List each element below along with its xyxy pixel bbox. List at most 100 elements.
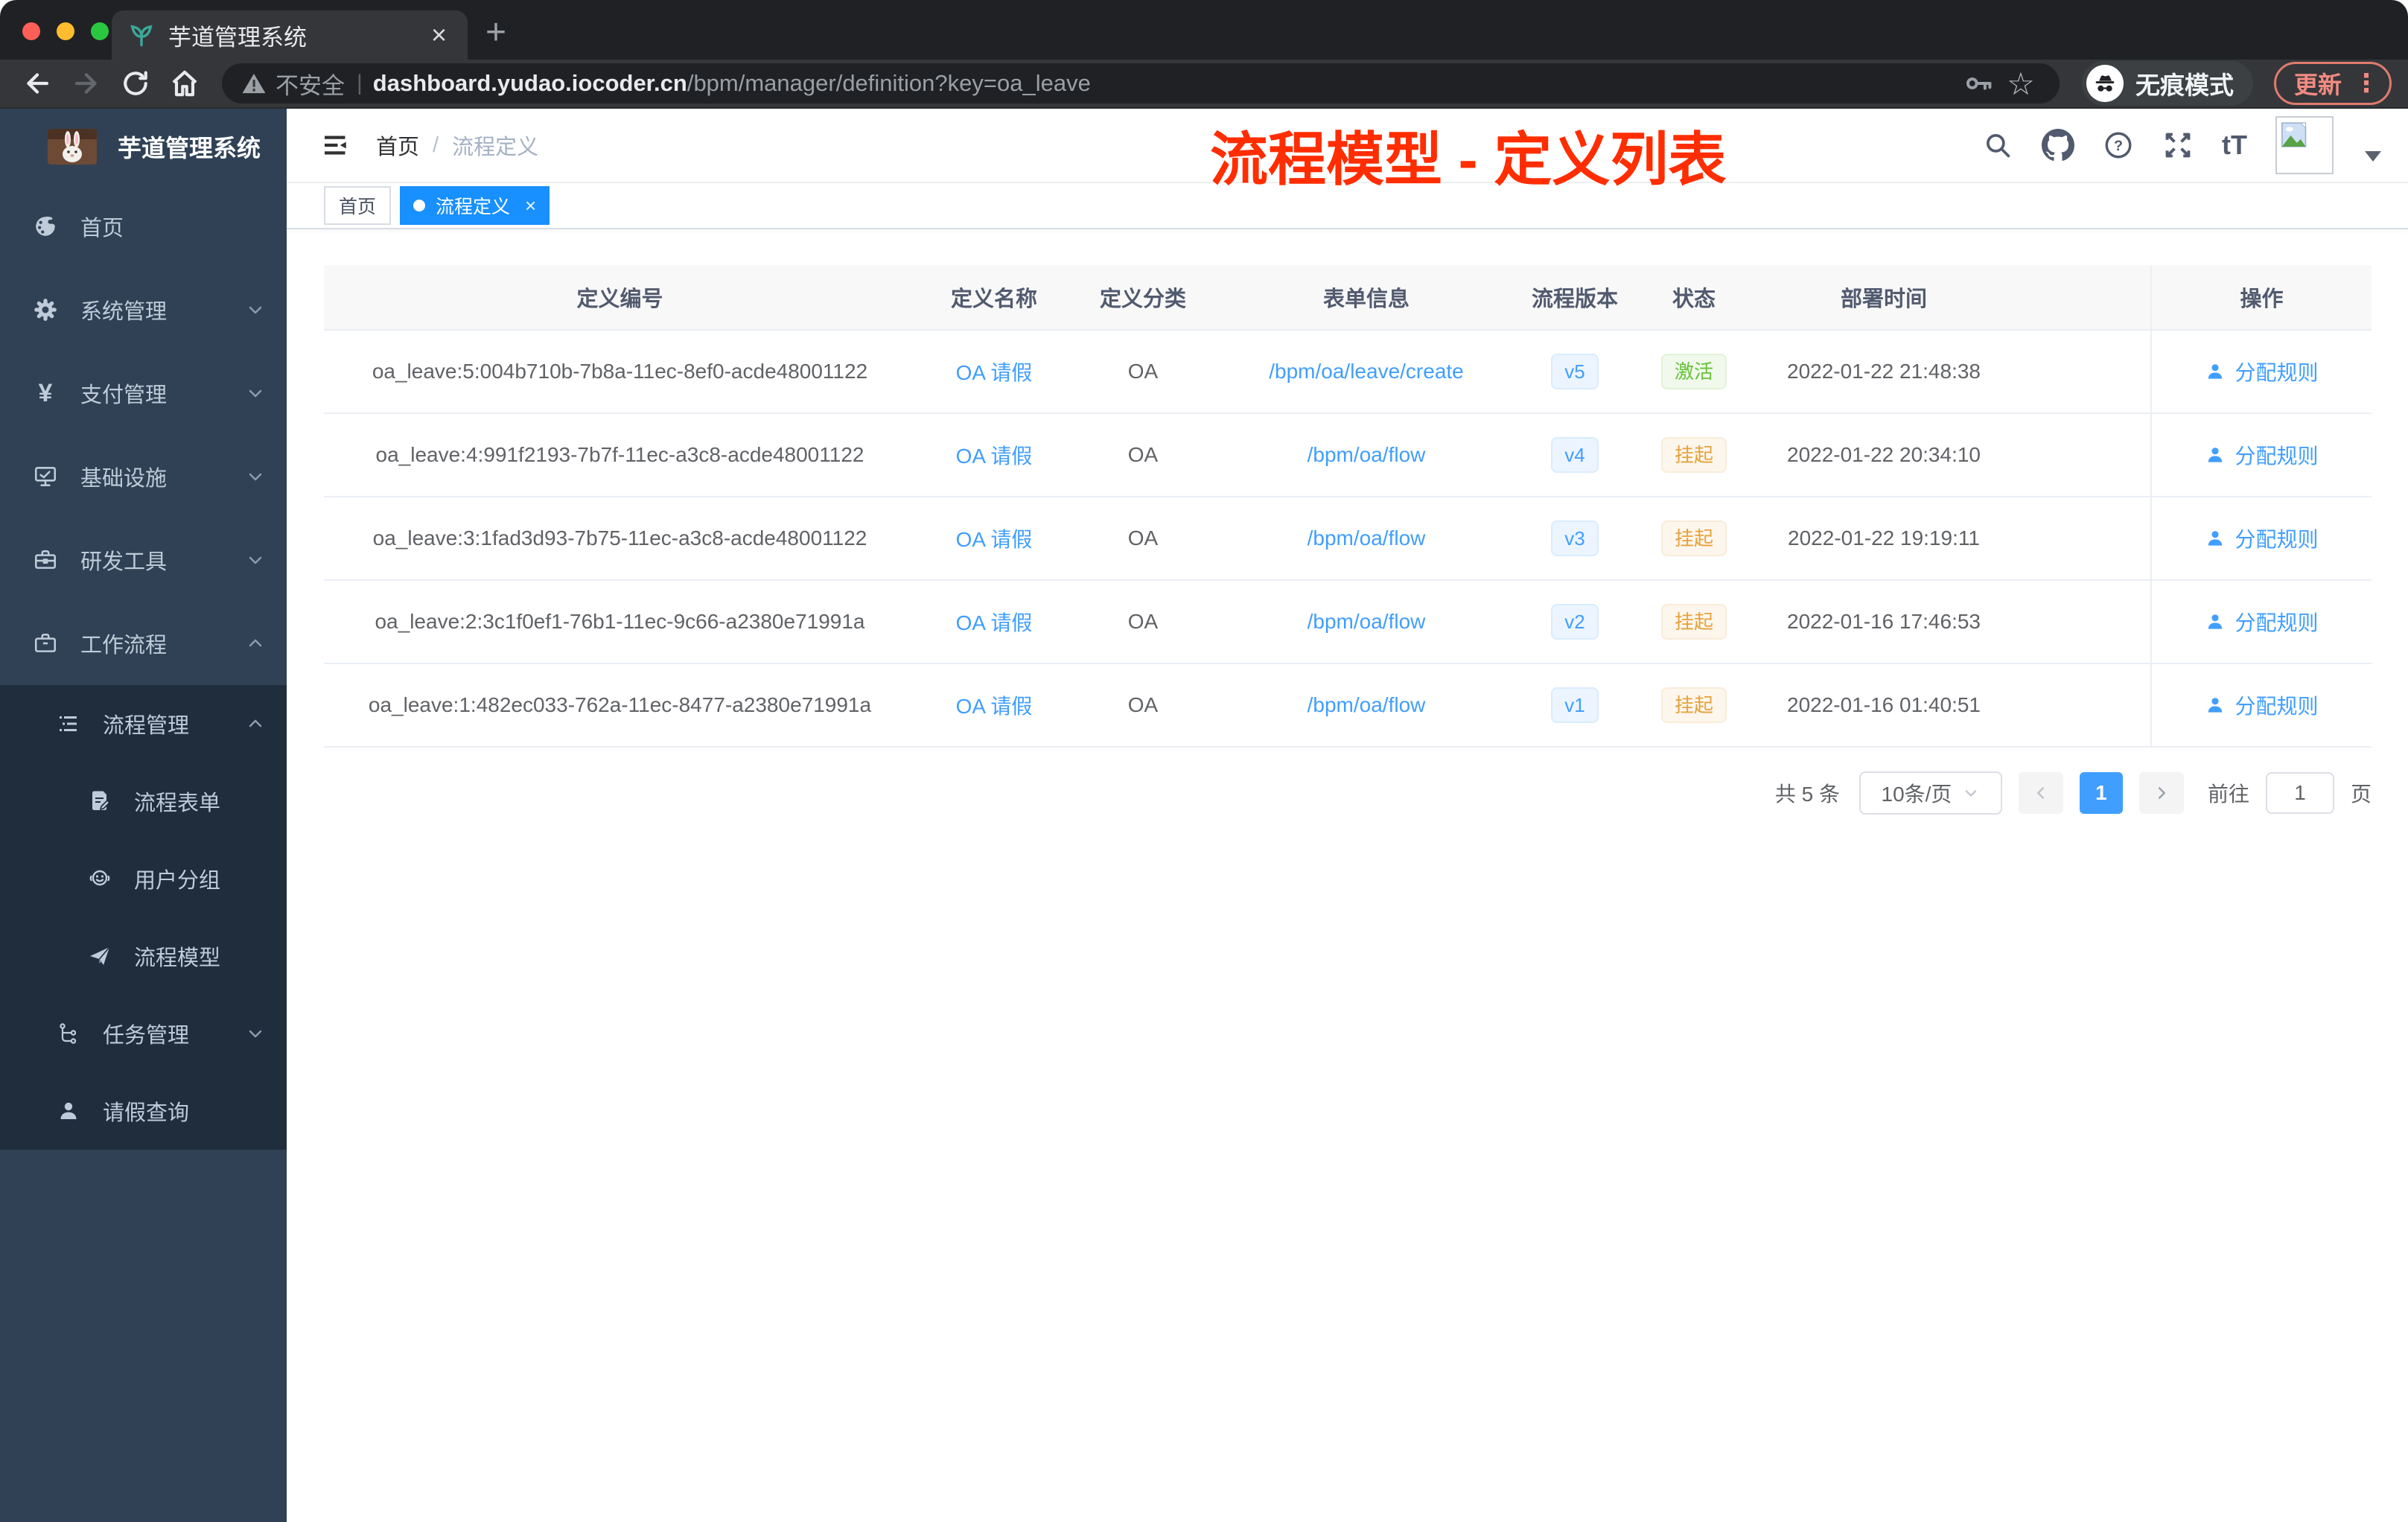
definition-name-link[interactable]: OA 请假 [956, 357, 1033, 386]
assign-rule-button[interactable]: 分配规则 [2205, 523, 2319, 553]
assign-rule-button[interactable]: 分配规则 [2205, 357, 2319, 386]
new-tab-button[interactable]: + [485, 15, 506, 51]
definition-name-link[interactable]: OA 请假 [956, 523, 1033, 553]
version-badge: v5 [1551, 354, 1599, 389]
definition-category: OA [1127, 610, 1159, 633]
search-icon[interactable] [1982, 130, 2013, 161]
sidebar-item-label: 流程模型 [134, 946, 221, 970]
pagination-total: 共 5 条 [1774, 783, 1840, 806]
col-filler [2010, 664, 2150, 746]
chevron-down-icon [245, 550, 266, 570]
app-root: 芋道管理系统 首页 系统管理 ¥ 支付管理 基础设施 研发工具 工作流程 流程管… [0, 109, 2408, 1522]
definition-id: oa_leave:4:991f2193-7b7f-11ec-a3c8-acde4… [375, 443, 864, 466]
close-window-button[interactable] [22, 22, 40, 40]
github-icon[interactable] [2042, 129, 2075, 162]
form-link[interactable]: /bpm/oa/flow [1307, 693, 1426, 717]
security-label[interactable]: 不安全 [275, 67, 345, 101]
table-header-row: 定义编号 定义名称 定义分类 表单信息 流程版本 状态 部署时间 操作 [324, 265, 2372, 331]
tag-process-definition[interactable]: 流程定义 × [400, 186, 550, 225]
sidebar-item-label: 基础设施 [80, 467, 168, 491]
status-badge: 挂起 [1660, 604, 1727, 640]
sidebar-item-process-form[interactable]: 流程表单 [0, 762, 287, 840]
sidebar-item-system[interactable]: 系统管理 [0, 268, 287, 351]
table-row: oa_leave:3:1fad3d93-7b75-11ec-a3c8-acde4… [324, 497, 2372, 581]
bookmark-star-icon[interactable]: ☆ [2000, 63, 2042, 104]
definition-id: oa_leave:1:482ec033-762a-11ec-8477-a2380… [368, 693, 872, 716]
gear-icon [33, 297, 58, 322]
deploy-time: 2022-01-22 19:19:11 [1788, 526, 1980, 550]
form-link[interactable]: /bpm/oa/flow [1307, 610, 1426, 634]
fullscreen-icon[interactable] [2162, 130, 2194, 161]
assign-rule-button[interactable]: 分配规则 [2205, 690, 2319, 720]
font-size-icon[interactable]: tT [2222, 130, 2247, 161]
address-bar[interactable]: 不安全 | dashboard.yudao.iocoder.cn/bpm/man… [222, 63, 2060, 104]
status-badge: 挂起 [1660, 520, 1727, 556]
sidebar-item-label: 任务管理 [103, 1024, 190, 1048]
sidebar-item-label: 首页 [80, 217, 124, 241]
password-key-icon[interactable] [1958, 63, 2000, 104]
form-document-icon [88, 789, 112, 813]
user-avatar-broken-image[interactable] [2275, 116, 2334, 174]
col-filler [2010, 581, 2150, 663]
browser-tab[interactable]: 芋道管理系统 × [112, 10, 468, 60]
form-link[interactable]: /bpm/oa/flow [1307, 443, 1426, 467]
tag-close-icon[interactable]: × [525, 194, 536, 217]
sidebar-item-task-mgmt[interactable]: 任务管理 [0, 995, 287, 1072]
reload-icon[interactable] [115, 63, 156, 104]
briefcase-icon [33, 631, 58, 656]
sidebar-item-process-model[interactable]: 流程模型 [0, 917, 287, 995]
tag-home[interactable]: 首页 [324, 186, 392, 225]
back-icon[interactable] [16, 63, 58, 104]
app-title: 芋道管理系统 [118, 135, 261, 162]
traffic-lights [22, 22, 109, 40]
col-header: 流程版本 [1531, 287, 1618, 311]
sidebar-item-label: 请假查询 [103, 1101, 190, 1125]
deploy-time: 2022-01-22 20:34:10 [1787, 443, 1981, 466]
sidebar-item-workflow[interactable]: 工作流程 [0, 602, 287, 685]
definition-name-link[interactable]: OA 请假 [956, 690, 1033, 720]
sidebar-item-home[interactable]: 首页 [0, 185, 287, 268]
sidebar-item-leave-query[interactable]: 请假查询 [0, 1072, 287, 1150]
definition-name-link[interactable]: OA 请假 [956, 440, 1033, 470]
tags-view-bar: 首页 流程定义 × [287, 183, 2408, 229]
definition-name-link[interactable]: OA 请假 [956, 607, 1033, 637]
avatar-caret-down-icon[interactable] [2365, 151, 2381, 162]
version-badge: v1 [1551, 687, 1599, 723]
tab-close-icon[interactable]: × [427, 22, 451, 48]
browser-toolbar: 不安全 | dashboard.yudao.iocoder.cn/bpm/man… [0, 60, 2408, 109]
minimize-window-button[interactable] [57, 22, 74, 40]
definition-category: OA [1127, 693, 1159, 716]
sidebar-logo[interactable]: 芋道管理系统 [0, 109, 287, 185]
browser-menu-icon[interactable]: ⋮ [2354, 71, 2379, 96]
url-domain[interactable]: dashboard.yudao.iocoder.cn [373, 70, 687, 97]
update-label[interactable]: 更新 [2294, 66, 2342, 101]
url-path[interactable]: /bpm/manager/definition?key=oa_leave [687, 70, 1091, 97]
hamburger-icon[interactable] [313, 130, 358, 160]
form-link[interactable]: /bpm/oa/flow [1307, 526, 1426, 550]
assign-rule-button[interactable]: 分配规则 [2205, 607, 2319, 637]
user-icon [57, 1099, 80, 1123]
assign-rule-button[interactable]: 分配规则 [2205, 440, 2319, 470]
sidebar-item-process-mgmt[interactable]: 流程管理 [0, 685, 287, 762]
help-icon[interactable]: ? [2103, 130, 2134, 161]
home-icon[interactable] [164, 63, 206, 104]
sidebar-item-devtools[interactable]: 研发工具 [0, 518, 287, 602]
sidebar-item-user-group[interactable]: 用户分组 [0, 840, 287, 917]
next-page-button[interactable] [2138, 772, 2184, 814]
sidebar-item-payment[interactable]: ¥ 支付管理 [0, 351, 287, 435]
prev-page-button[interactable] [2018, 772, 2063, 814]
goto-page-input[interactable] [2265, 772, 2334, 814]
forward-icon[interactable] [66, 63, 107, 104]
page-number-1[interactable]: 1 [2079, 772, 2123, 814]
sidebar-item-infra[interactable]: 基础设施 [0, 435, 287, 518]
page-size-select[interactable]: 10条/页 [1858, 771, 2002, 815]
breadcrumb-home[interactable]: 首页 [376, 130, 419, 161]
maximize-window-button[interactable] [91, 22, 109, 40]
browser-update-button[interactable]: 更新 ⋮ [2273, 62, 2392, 105]
status-badge: 挂起 [1660, 687, 1727, 723]
form-link[interactable]: /bpm/oa/leave/create [1269, 360, 1464, 383]
sidebar: 芋道管理系统 首页 系统管理 ¥ 支付管理 基础设施 研发工具 工作流程 流程管… [0, 109, 287, 1522]
version-badge: v2 [1551, 604, 1599, 640]
col-filler [2010, 265, 2150, 329]
favicon-leaf-icon [128, 22, 155, 48]
